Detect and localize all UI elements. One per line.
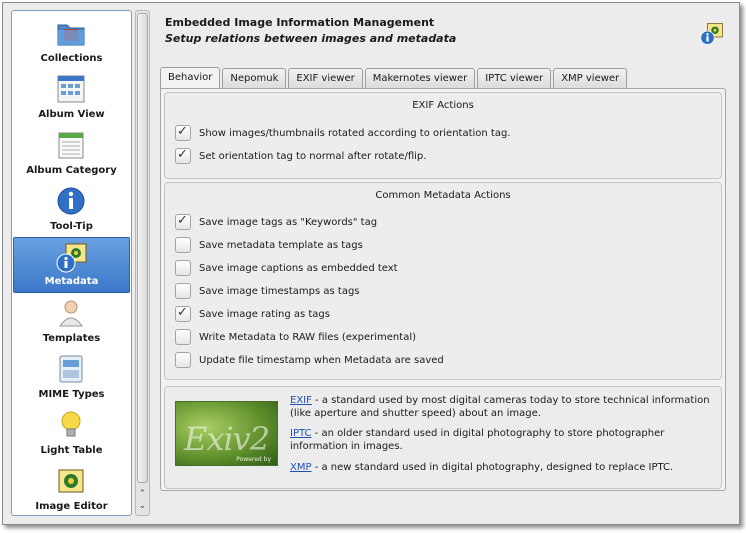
common-metadata-actions-group: Common Metadata Actions ✓ Save image tag… (164, 182, 722, 380)
checkbox-label: Set orientation tag to normal after rota… (199, 150, 427, 162)
sidebar-scrollbar[interactable]: ⌃ ⌄ (135, 10, 150, 516)
checkmark-icon: ✓ (177, 124, 188, 139)
sidebar-item-image-editor[interactable]: Image Editor (13, 461, 130, 515)
tab-bar: Behavior Nepomuk EXIF viewer Makernotes … (160, 67, 629, 89)
sidebar-item-mime-types[interactable]: MIME Types (13, 349, 130, 405)
checkmark-icon: ✓ (177, 147, 188, 162)
sidebar-item-light-table[interactable]: Light Table (13, 405, 130, 461)
iptc-description: IPTC - an older standard used in digital… (290, 427, 722, 453)
checkbox-label: Save image rating as tags (199, 308, 330, 320)
sidebar-item-label: Templates (42, 333, 101, 344)
checkbox-save-template[interactable]: Save metadata template as tags (175, 236, 363, 254)
exif-actions-group: EXIF Actions ✓ Show images/thumbnails ro… (164, 92, 722, 179)
scrollbar-thumb[interactable] (137, 13, 148, 483)
templates-person-icon (59, 300, 83, 327)
behavior-tab-panel: EXIF Actions ✓ Show images/thumbnails ro… (160, 88, 726, 491)
sidebar-item-label: Light Table (40, 445, 103, 456)
checkbox-show-rotated[interactable]: ✓ Show images/thumbnails rotated accordi… (175, 124, 510, 142)
exiv2-logo: Exiv2 Powered by (175, 401, 278, 466)
collections-folder-icon (57, 24, 85, 46)
exif-link[interactable]: EXIF (290, 395, 312, 406)
metadata-icon (56, 243, 87, 273)
checkbox-set-orientation[interactable]: ✓ Set orientation tag to normal after ro… (175, 147, 426, 165)
sidebar-item-tool-tip[interactable]: Tool-Tip (13, 181, 130, 237)
checkbox[interactable] (175, 237, 191, 253)
tab-iptc-viewer[interactable]: IPTC viewer (477, 68, 552, 88)
tab-exif-viewer[interactable]: EXIF viewer (288, 68, 363, 88)
sidebar-item-metadata[interactable]: Metadata (13, 237, 130, 293)
checkbox-label: Update file timestamp when Metadata are … (199, 354, 444, 366)
sidebar-item-label: Album View (38, 109, 105, 120)
checkmark-icon: ✓ (177, 305, 188, 320)
checkmark-icon: ✓ (177, 213, 188, 228)
mime-types-icon (59, 355, 83, 383)
group-title: Common Metadata Actions (375, 190, 511, 201)
checkbox-save-keywords[interactable]: ✓ Save image tags as "Keywords" tag (175, 213, 377, 231)
checkbox-label: Save metadata template as tags (199, 239, 363, 251)
image-editor-icon (58, 469, 84, 493)
sidebar-item-collections[interactable]: Collections (13, 13, 130, 69)
checkbox-save-timestamps[interactable]: Save image timestamps as tags (175, 282, 360, 300)
album-category-icon (58, 132, 84, 159)
tab-nepomuk[interactable]: Nepomuk (222, 68, 287, 88)
sidebar-item-label: Tool-Tip (50, 221, 93, 232)
light-table-bulb-icon (61, 411, 81, 437)
page-subtitle: Setup relations between images and metad… (165, 32, 457, 45)
metadata-info-box: Exiv2 Powered by EXIF - a standard used … (164, 386, 722, 489)
sidebar-item-album-view[interactable]: Album View (13, 69, 130, 125)
sidebar-item-label: MIME Types (38, 389, 105, 400)
checkbox[interactable]: ✓ (175, 124, 191, 141)
checkbox-label: Write Metadata to RAW files (experimenta… (199, 331, 416, 343)
album-view-icon (57, 75, 85, 103)
scroll-up-arrow-icon[interactable]: ⌃ (137, 488, 148, 500)
checkbox[interactable] (175, 352, 191, 368)
sidebar-item-album-category[interactable]: Album Category (13, 125, 130, 181)
checkbox[interactable]: ✓ (175, 213, 191, 230)
settings-sidebar: Collections Album View Album Category To… (11, 10, 132, 516)
exif-description-text: - a standard used by most digital camera… (290, 395, 710, 419)
checkbox[interactable] (175, 329, 191, 345)
logo-caption: Powered by (236, 456, 271, 463)
checkbox-write-raw[interactable]: Write Metadata to RAW files (experimenta… (175, 328, 416, 346)
exif-description: EXIF - a standard used by most digital c… (290, 394, 722, 420)
scroll-down-arrow-icon[interactable]: ⌄ (137, 500, 148, 512)
group-title: EXIF Actions (412, 100, 474, 111)
iptc-description-text: - an older standard used in digital phot… (290, 428, 665, 452)
xmp-link[interactable]: XMP (290, 462, 312, 473)
sidebar-item-label: Collections (40, 53, 103, 64)
xmp-description: XMP - a new standard used in digital pho… (290, 461, 722, 474)
checkbox[interactable]: ✓ (175, 305, 191, 322)
tab-behavior[interactable]: Behavior (160, 67, 221, 89)
metadata-icon (700, 23, 723, 45)
checkbox-label: Save image captions as embedded text (199, 262, 398, 274)
tab-xmp-viewer[interactable]: XMP viewer (553, 68, 628, 88)
info-icon (57, 187, 85, 215)
page-title: Embedded Image Information Management (165, 16, 435, 29)
settings-window: Collections Album View Album Category To… (2, 2, 740, 525)
logo-text: Exiv2 (184, 420, 270, 458)
iptc-link[interactable]: IPTC (290, 428, 311, 439)
checkbox-update-timestamp[interactable]: Update file timestamp when Metadata are … (175, 351, 444, 369)
checkbox[interactable]: ✓ (175, 147, 191, 164)
checkbox[interactable] (175, 283, 191, 299)
checkbox[interactable] (175, 260, 191, 276)
checkbox-label: Save image tags as "Keywords" tag (199, 216, 378, 228)
checkbox-save-captions[interactable]: Save image captions as embedded text (175, 259, 398, 277)
sidebar-item-label: Image Editor (35, 501, 108, 512)
sidebar-item-label: Metadata (44, 276, 99, 287)
xmp-description-text: - a new standard used in digital photogr… (311, 462, 674, 473)
sidebar-item-label: Album Category (26, 165, 117, 176)
checkbox-label: Save image timestamps as tags (199, 285, 360, 297)
checkbox-label: Show images/thumbnails rotated according… (199, 127, 511, 139)
tab-makernotes-viewer[interactable]: Makernotes viewer (364, 68, 476, 88)
sidebar-item-templates[interactable]: Templates (13, 293, 130, 349)
checkbox-save-rating[interactable]: ✓ Save image rating as tags (175, 305, 330, 323)
